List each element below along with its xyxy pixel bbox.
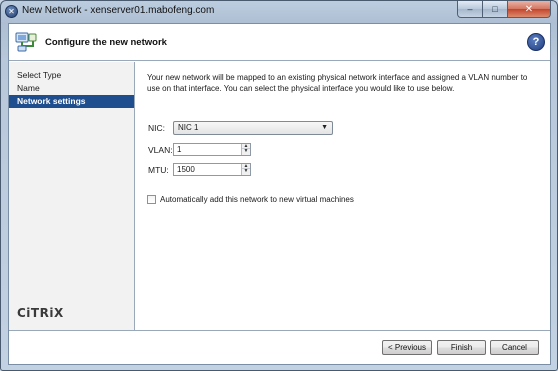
citrix-logo: CiTRiX (17, 306, 64, 320)
intro-text: Your new network will be mapped to an ex… (147, 73, 528, 93)
sidebar-item-network-settings[interactable]: Network settings (9, 95, 134, 108)
dialog-client-area: Configure the new network ? Select Type … (8, 23, 551, 365)
mtu-decrement-icon[interactable]: ▼ (242, 169, 250, 174)
cancel-button[interactable]: Cancel (490, 340, 539, 355)
window-title: New Network - xenserver01.mabofeng.com (22, 5, 215, 16)
minimize-button[interactable]: – (457, 1, 483, 18)
title-bar[interactable]: ✕ New Network - xenserver01.mabofeng.com… (1, 1, 557, 22)
vlan-stepper[interactable]: 1 ▲ ▼ (173, 143, 251, 156)
nic-dropdown[interactable]: NIC 1 ▼ (173, 121, 333, 135)
finish-button[interactable]: Finish (437, 340, 486, 355)
wizard-footer: < Previous Finish Cancel (9, 330, 550, 364)
dropdown-arrow-icon: ▼ (321, 124, 328, 131)
mtu-value: 1500 (177, 165, 195, 174)
network-settings-panel: Your new network will be mapped to an ex… (136, 62, 550, 330)
sidebar-item-select-type[interactable]: Select Type (9, 69, 134, 82)
wizard-header: Configure the new network ? (9, 24, 550, 61)
vlan-decrement-icon[interactable]: ▼ (242, 149, 250, 154)
page-title: Configure the new network (45, 37, 167, 48)
wizard-step-list: Select Type Name Network settings CiTRiX (9, 62, 135, 330)
xencenter-app-icon: ✕ (5, 5, 18, 18)
dialog-window: ✕ New Network - xenserver01.mabofeng.com… (0, 0, 558, 371)
previous-button[interactable]: < Previous (382, 340, 432, 355)
auto-add-row: Automatically add this network to new vi… (147, 195, 354, 204)
network-icon (15, 32, 37, 52)
window-controls: – □ ✕ (457, 1, 551, 18)
auto-add-checkbox[interactable] (147, 195, 156, 204)
help-icon[interactable]: ? (527, 33, 545, 51)
mtu-label: MTU: (148, 165, 169, 175)
nic-label: NIC: (148, 123, 165, 133)
vlan-label: VLAN: (148, 145, 173, 155)
nic-selected-value: NIC 1 (178, 123, 199, 132)
vlan-spin-buttons: ▲ ▼ (241, 144, 250, 155)
close-button[interactable]: ✕ (508, 1, 551, 18)
vlan-value: 1 (177, 145, 182, 154)
mtu-stepper[interactable]: 1500 ▲ ▼ (173, 163, 251, 176)
mtu-spin-buttons: ▲ ▼ (241, 164, 250, 175)
sidebar-item-name[interactable]: Name (9, 82, 134, 95)
auto-add-label[interactable]: Automatically add this network to new vi… (160, 195, 354, 204)
maximize-button[interactable]: □ (483, 1, 508, 18)
